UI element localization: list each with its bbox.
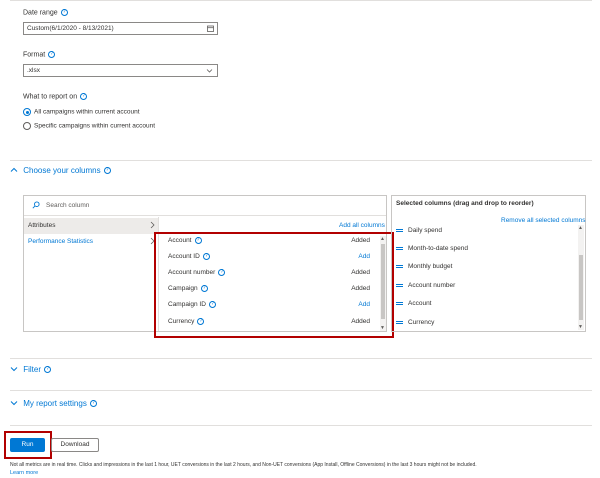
help-icon[interactable]: ? bbox=[48, 51, 56, 58]
selected-item[interactable]: Currency bbox=[396, 319, 434, 326]
radio-specific-campaigns[interactable]: Specific campaigns within current accoun… bbox=[23, 122, 155, 130]
help-icon[interactable]: ? bbox=[44, 366, 52, 374]
choose-columns-toggle[interactable]: Choose your columns? bbox=[10, 166, 111, 175]
help-icon[interactable]: ? bbox=[218, 269, 226, 276]
help-icon[interactable]: ? bbox=[80, 93, 88, 100]
selected-item[interactable]: Monthly budget bbox=[396, 263, 452, 270]
column-row-account-number: Account number? Added bbox=[168, 269, 370, 277]
selected-item[interactable]: Account bbox=[396, 300, 432, 307]
category-performance-statistics[interactable]: Performance Statistics bbox=[24, 234, 158, 250]
help-icon[interactable]: ? bbox=[89, 400, 97, 408]
chevron-down-icon bbox=[206, 67, 213, 78]
section-divider bbox=[10, 390, 592, 391]
date-range-label: Date range? bbox=[23, 9, 68, 16]
columns-scrollbar[interactable]: ▲ ▼ bbox=[380, 236, 386, 331]
footer-note: Not all metrics are in real time. Clicks… bbox=[10, 462, 477, 468]
run-button[interactable]: Run bbox=[10, 438, 45, 452]
scrollbar-thumb[interactable] bbox=[579, 255, 583, 320]
date-range-field[interactable]: Custom(6/1/2020 - 8/13/2021) bbox=[23, 22, 218, 35]
calendar-icon[interactable] bbox=[207, 25, 214, 36]
column-row-currency: Currency? Added bbox=[168, 318, 370, 326]
report-on-label: What to report on? bbox=[23, 93, 88, 100]
selected-item[interactable]: Daily spend bbox=[396, 227, 442, 234]
top-divider bbox=[10, 0, 592, 1]
chevron-right-icon bbox=[150, 221, 155, 231]
drag-handle-icon[interactable] bbox=[396, 264, 403, 268]
remove-all-selected-link[interactable]: Remove all selected columns bbox=[501, 217, 586, 224]
radio-button-selected[interactable] bbox=[23, 108, 31, 116]
help-icon[interactable]: ? bbox=[194, 237, 202, 244]
format-label: Format? bbox=[23, 51, 56, 58]
scroll-down-icon[interactable]: ▼ bbox=[578, 324, 583, 330]
drag-handle-icon[interactable] bbox=[396, 320, 403, 324]
column-row-account: Account? Added bbox=[168, 237, 370, 245]
radio-button[interactable] bbox=[23, 122, 31, 130]
column-row-account-id: Account ID? Add bbox=[168, 253, 370, 261]
add-all-columns-link[interactable]: Add all columns bbox=[339, 222, 385, 229]
drag-handle-icon[interactable] bbox=[396, 283, 403, 287]
learn-more-link[interactable]: Learn more bbox=[10, 470, 38, 476]
format-select[interactable]: .xlsx bbox=[23, 64, 218, 77]
help-icon[interactable]: ? bbox=[60, 9, 68, 16]
help-icon[interactable]: ? bbox=[208, 301, 216, 308]
category-attributes[interactable]: Attributes bbox=[24, 218, 158, 234]
drag-handle-icon[interactable] bbox=[396, 246, 403, 250]
search-icon bbox=[32, 201, 40, 211]
download-button[interactable]: Download bbox=[51, 438, 99, 452]
selected-item[interactable]: Account number bbox=[396, 282, 455, 289]
column-row-campaign: Campaign? Added bbox=[168, 285, 370, 293]
help-icon[interactable]: ? bbox=[197, 318, 205, 325]
chevron-up-icon bbox=[10, 166, 18, 175]
section-divider bbox=[10, 358, 592, 359]
selected-item[interactable]: Month-to-date spend bbox=[396, 245, 468, 252]
scrollbar-thumb[interactable] bbox=[381, 244, 385, 319]
filter-toggle[interactable]: Filter? bbox=[10, 365, 52, 374]
help-icon[interactable]: ? bbox=[200, 285, 208, 292]
section-divider bbox=[10, 425, 592, 426]
drag-handle-icon[interactable] bbox=[396, 228, 403, 232]
drag-handle-icon[interactable] bbox=[396, 301, 403, 305]
section-divider bbox=[10, 160, 592, 161]
scroll-down-icon[interactable]: ▼ bbox=[380, 325, 385, 331]
selected-columns-title: Selected columns (drag and drop to reord… bbox=[396, 200, 534, 207]
radio-all-campaigns[interactable]: All campaigns within current account bbox=[23, 108, 140, 116]
search-column-box[interactable]: Search column bbox=[24, 196, 386, 216]
help-icon[interactable]: ? bbox=[202, 253, 210, 260]
scroll-up-icon[interactable]: ▲ bbox=[380, 236, 385, 242]
selected-scrollbar[interactable]: ▲ ▼ bbox=[578, 225, 584, 330]
scroll-up-icon[interactable]: ▲ bbox=[578, 225, 583, 231]
help-icon[interactable]: ? bbox=[103, 167, 111, 175]
chevron-down-icon bbox=[10, 399, 18, 408]
column-row-campaign-id: Campaign ID? Add bbox=[168, 301, 370, 309]
report-settings-toggle[interactable]: My report settings? bbox=[10, 399, 97, 408]
chevron-down-icon bbox=[10, 365, 18, 374]
